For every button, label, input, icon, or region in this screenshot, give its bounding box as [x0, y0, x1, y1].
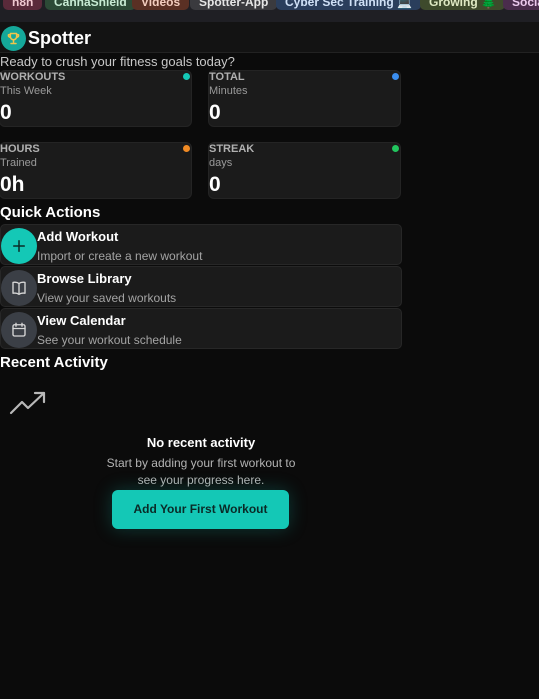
add-first-workout-button[interactable]: Add Your First Workout	[112, 490, 289, 529]
recent-activity-title: Recent Activity	[0, 354, 108, 371]
action-description: See your workout schedule	[37, 333, 182, 347]
status-dot	[183, 145, 190, 152]
browse-library-button[interactable]: Browse Library View your saved workouts	[0, 266, 402, 307]
action-title: Browse Library	[37, 271, 132, 286]
empty-state-title: No recent activity	[146, 435, 256, 450]
action-description: Import or create a new workout	[37, 249, 203, 263]
bookmark-videos[interactable]: Videos	[132, 0, 190, 10]
bookmark-social[interactable]: Socia	[503, 0, 539, 10]
status-dot	[392, 145, 399, 152]
stat-value: 0	[209, 101, 221, 124]
stat-value: 0	[0, 101, 12, 124]
stat-sublabel: days	[209, 157, 233, 169]
view-calendar-button[interactable]: View Calendar See your workout schedule	[0, 308, 402, 349]
stat-sublabel: This Week	[0, 85, 52, 97]
bookmark-cannashield[interactable]: CannaShield	[45, 0, 136, 10]
stat-card-total-minutes: TOTAL Minutes 0	[208, 70, 401, 127]
plus-icon	[1, 228, 37, 264]
bookmarks-bar: n8n CannaShield Videos Spotter-App Cyber…	[0, 0, 539, 22]
stat-label: TOTAL	[209, 71, 245, 83]
stat-card-hours: HOURS Trained 0h	[0, 142, 192, 199]
action-title: View Calendar	[37, 313, 126, 328]
stat-label: STREAK	[209, 143, 255, 155]
bookmark-growing[interactable]: Growing 🌲	[420, 0, 505, 10]
app-header: Spotter	[0, 22, 539, 53]
add-workout-button[interactable]: Add Workout Import or create a new worko…	[0, 224, 402, 265]
stat-value: 0h	[0, 173, 25, 196]
stat-value: 0	[209, 173, 221, 196]
action-title: Add Workout	[37, 229, 119, 244]
trending-up-icon	[9, 391, 46, 415]
stat-sublabel: Minutes	[209, 85, 248, 97]
book-icon	[1, 270, 37, 306]
status-dot	[183, 73, 190, 80]
status-dot	[392, 73, 399, 80]
action-description: View your saved workouts	[37, 291, 177, 305]
stat-label: WORKOUTS	[0, 71, 66, 83]
quick-actions-title: Quick Actions	[0, 204, 101, 221]
bookmark-spotter-app[interactable]: Spotter-App	[190, 0, 278, 10]
app-name: Spotter	[28, 28, 91, 48]
greeting-text: Ready to crush your fitness goals today?	[0, 54, 235, 69]
stat-card-streak: STREAK days 0	[208, 142, 401, 199]
stat-card-workouts: WORKOUTS This Week 0	[0, 70, 192, 127]
bookmark-cyber-sec-training[interactable]: Cyber Sec Training 💻	[276, 0, 421, 10]
trophy-icon	[7, 32, 20, 45]
stat-sublabel: Trained	[0, 157, 37, 169]
empty-state-description: Start by adding your first workout to se…	[106, 456, 296, 487]
app-logo[interactable]	[1, 26, 26, 51]
stat-label: HOURS	[0, 143, 40, 155]
bookmark-n8n[interactable]: n8n	[3, 0, 43, 10]
calendar-icon	[1, 312, 37, 348]
